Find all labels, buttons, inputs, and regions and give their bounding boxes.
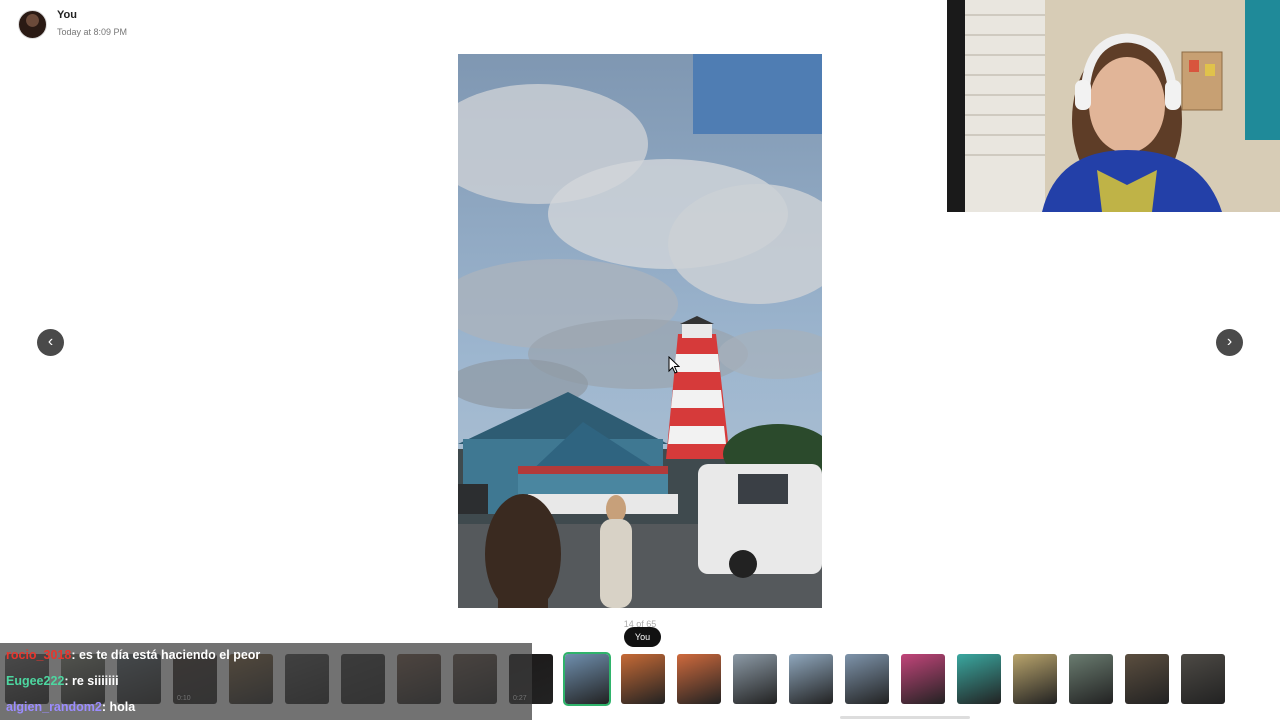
- webcam-overlay: [947, 0, 1280, 212]
- thumbnail-scrollbar[interactable]: [840, 716, 970, 719]
- avatar[interactable]: [18, 10, 47, 39]
- chat-username: algien_random2: [6, 700, 102, 714]
- chat-message: algien_random2: hola: [6, 700, 135, 714]
- chat-text: : re siiiiiii: [64, 674, 119, 688]
- thumbnail-item[interactable]: [621, 654, 665, 704]
- chat-text: : hola: [101, 700, 136, 714]
- mouse-cursor-icon: [668, 356, 680, 374]
- thumbnail-item[interactable]: [845, 654, 889, 704]
- author-name[interactable]: You: [57, 9, 127, 21]
- lighthouse-photo: [458, 54, 822, 608]
- chat-text: : es te día está haciendo el peor: [71, 648, 261, 662]
- thumbnail-item[interactable]: [733, 654, 777, 704]
- thumbnail-item[interactable]: [1181, 654, 1225, 704]
- thumbnail-tooltip: You: [624, 627, 661, 647]
- chat-username: Eugee222: [6, 674, 65, 688]
- image-viewer[interactable]: [458, 54, 822, 608]
- previous-button[interactable]: ‹: [37, 329, 64, 356]
- chat-overlay: rocio_3018: es te día está haciendo el p…: [0, 643, 532, 720]
- chat-message: rocio_3018: es te día está haciendo el p…: [6, 648, 260, 662]
- thumbnail-item[interactable]: [789, 654, 833, 704]
- thumbnail-item[interactable]: [563, 652, 611, 706]
- thumbnail-item[interactable]: [1125, 654, 1169, 704]
- thumbnail-item[interactable]: [957, 654, 1001, 704]
- timestamp: Today at 8:09 PM: [57, 27, 128, 37]
- thumbnail-item[interactable]: [1013, 654, 1057, 704]
- thumbnail-item[interactable]: [677, 654, 721, 704]
- message-meta: You Today at 8:09 PM: [57, 8, 127, 37]
- next-button[interactable]: ›: [1216, 329, 1243, 356]
- webcam-feed: [947, 0, 1280, 212]
- chat-username: rocio_3018: [6, 648, 72, 662]
- thumbnail-item[interactable]: [1069, 654, 1113, 704]
- thumbnail-item[interactable]: [901, 654, 945, 704]
- message-header: You Today at 8:09 PM: [18, 8, 127, 39]
- chat-message: Eugee222: re siiiiiii: [6, 674, 119, 688]
